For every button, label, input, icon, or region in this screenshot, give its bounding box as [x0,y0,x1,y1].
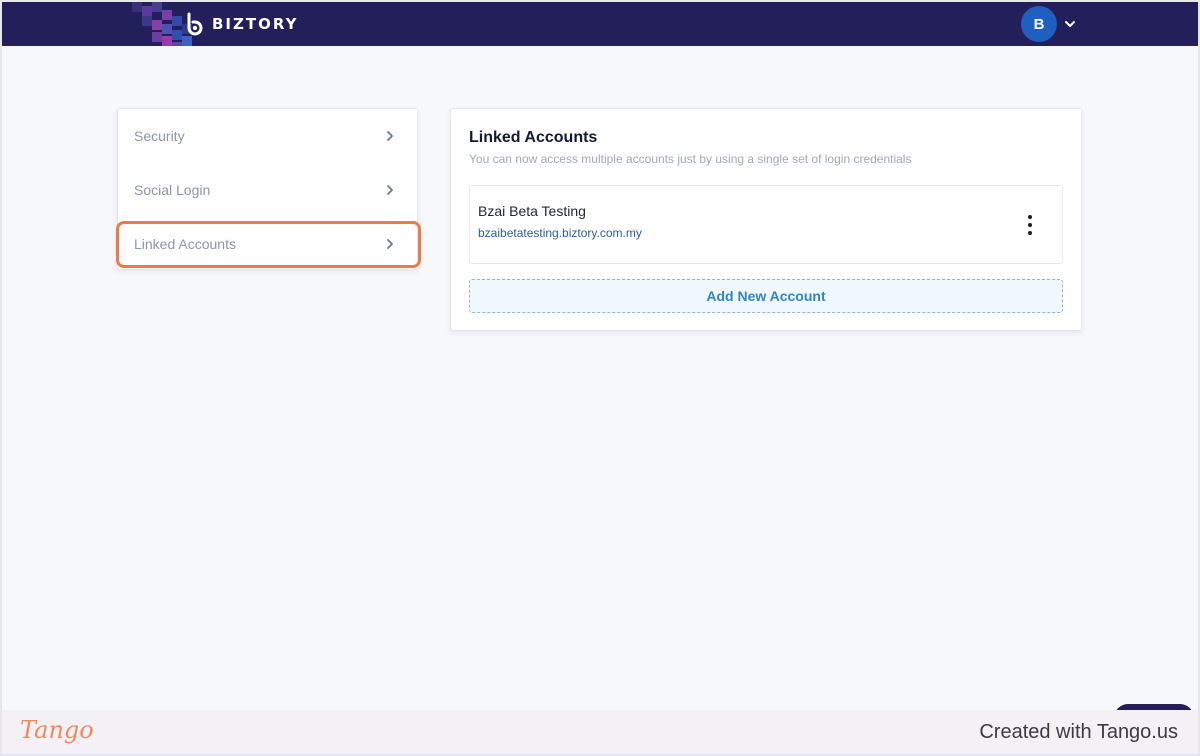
chevron-right-icon [387,131,393,141]
brand-name: BIZTORY [212,15,299,33]
account-name: Bzai Beta Testing [478,203,586,219]
user-avatar[interactable]: B [1021,6,1057,42]
linked-accounts-card: Linked Accounts You can now access multi… [450,108,1082,331]
account-url[interactable]: bzaibetatesting.biztory.com.my [478,226,642,240]
more-options-icon[interactable] [1023,215,1037,235]
biztory-logo-icon [187,12,203,36]
card-title: Linked Accounts [469,129,598,146]
chevron-right-icon [387,185,393,195]
menu-item-social-login[interactable]: Social Login [118,163,417,217]
add-new-account-button[interactable]: Add New Account [469,279,1063,313]
chevron-down-icon[interactable] [1063,17,1077,31]
tango-logo: Tango [20,716,94,744]
biztory-logo[interactable]: BIZTORY [184,10,298,38]
card-subtitle: You can now access multiple accounts jus… [469,152,912,166]
click-highlight-outline [116,221,421,268]
menu-item-security[interactable]: Security [118,109,417,163]
menu-item-label: Social Login [134,182,211,198]
linked-account-row: Bzai Beta Testing bzaibetatesting.biztor… [469,185,1063,264]
menu-item-label: Security [134,128,185,144]
tango-footer: Tango Created with Tango.us [0,710,1200,756]
top-navigation-bar: BIZTORY B [2,2,1198,46]
created-with-text: Created with Tango.us [979,721,1178,743]
